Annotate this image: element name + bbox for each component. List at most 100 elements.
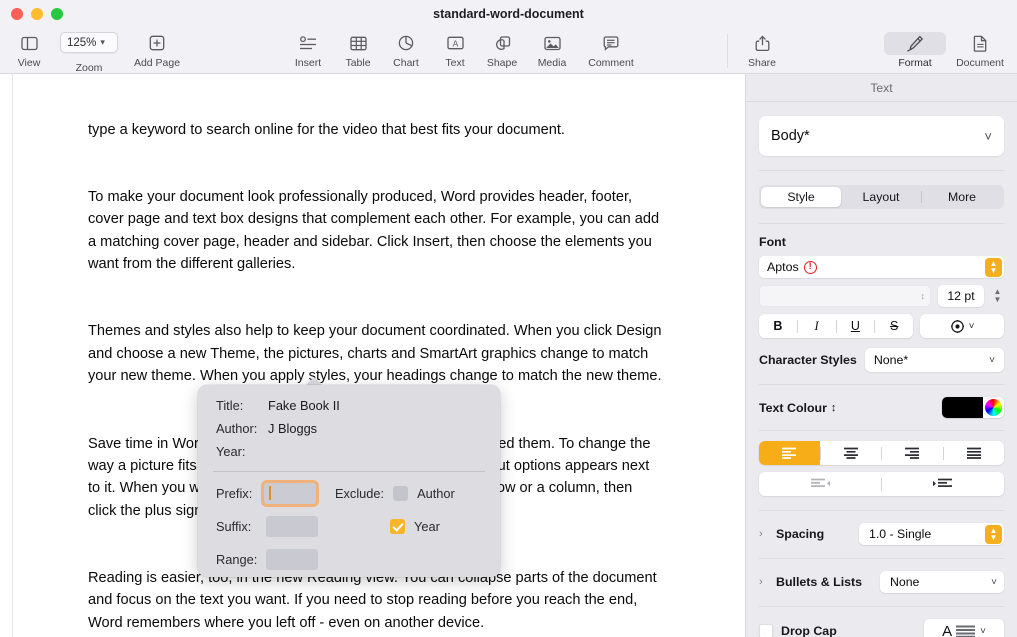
text-colour-label: Text Colour	[759, 401, 827, 415]
character-styles-label: Character Styles	[759, 353, 857, 367]
align-right-button[interactable]	[882, 441, 943, 465]
table-grid-icon	[350, 31, 367, 55]
inspector-body: Body* ˅ Style Layout More Font	[746, 116, 1017, 637]
toolbar-button-shape[interactable]: Shape	[481, 28, 523, 74]
paragraph-style-value: Body*	[771, 128, 810, 144]
toolbar-label-shape: Shape	[487, 57, 517, 69]
bullets-lists-row: › Bullets & Lists None ˅	[759, 571, 1004, 593]
font-family-stepper[interactable]: ▲ ▼	[985, 258, 1002, 277]
font-advanced-options-button[interactable]: ˅	[920, 314, 1004, 338]
spacing-value: 1.0 - Single	[869, 527, 931, 541]
text-colour-swatch[interactable]	[942, 397, 983, 418]
close-button-icon[interactable]	[11, 8, 23, 20]
divider-after-character-styles	[759, 384, 1004, 385]
font-family-selector[interactable]: Aptos ! ▲ ▼	[759, 256, 1004, 278]
drop-cap-row: Drop Cap A ˅	[759, 619, 1004, 637]
align-justify-button[interactable]	[944, 441, 1005, 465]
popover-year-row: Year:	[216, 444, 268, 459]
strikethrough-button[interactable]: S	[875, 319, 913, 333]
range-input[interactable]	[266, 549, 318, 570]
character-styles-value: None*	[874, 353, 908, 367]
chevron-right-icon[interactable]: ›	[759, 528, 769, 540]
toolbar-button-comment[interactable]: Comment	[580, 28, 642, 74]
stepper-down-icon: ▼	[990, 267, 998, 274]
typeface-selector[interactable]: ↕	[759, 285, 931, 307]
sidebar-panel-icon	[21, 31, 38, 55]
chevron-down-icon: ˅	[989, 355, 995, 366]
maximize-button-icon[interactable]	[51, 8, 63, 20]
toolbar-button-view[interactable]: View	[10, 28, 48, 74]
page-edge-divider	[12, 74, 13, 637]
pie-chart-icon	[398, 31, 414, 55]
toolbar-label-table: Table	[345, 57, 370, 69]
exclude-author-checkbox[interactable]	[393, 486, 408, 501]
align-left-button[interactable]	[759, 441, 820, 465]
popover-divider	[213, 471, 485, 472]
exclude-year-checkbox[interactable]	[390, 519, 405, 534]
tab-layout[interactable]: Layout	[841, 187, 921, 207]
popover-title-value: Fake Book II	[268, 398, 340, 413]
toolbar-button-add-page[interactable]: Add Page	[124, 28, 190, 74]
italic-button[interactable]: I	[798, 319, 836, 334]
text-colour-control[interactable]	[942, 397, 1004, 418]
toolbar-button-chart[interactable]: Chart	[386, 28, 426, 74]
toolbar-label-format: Format	[898, 57, 931, 69]
document-paragraph: Reading is easier, too, in the new Readi…	[88, 567, 663, 634]
stepper-updown-icon[interactable]: ↕	[831, 402, 837, 414]
inspector-header-title: Text	[746, 74, 1017, 102]
decrease-indent-button[interactable]	[759, 478, 881, 490]
popover-author-label: Author:	[216, 421, 268, 436]
bullets-lists-selector[interactable]: None ˅	[880, 571, 1004, 593]
app-window: standard-word-document View 125% ▾ Zoom	[0, 0, 1017, 637]
increase-indent-button[interactable]	[882, 478, 1004, 490]
font-size-stepper[interactable]: ▲ ▼	[991, 288, 1004, 304]
media-image-icon	[544, 31, 561, 55]
shape-overlap-icon	[494, 31, 511, 55]
bold-button[interactable]: B	[759, 319, 797, 333]
tab-style[interactable]: Style	[761, 187, 841, 207]
citation-options-popover[interactable]: Title: Fake Book II Author: J Bloggs Yea…	[198, 385, 500, 577]
toolbar-separator-1	[727, 34, 728, 68]
popover-title-row: Title: Fake Book II	[216, 398, 340, 413]
colour-wheel-icon[interactable]	[983, 397, 1004, 418]
toolbar-button-document[interactable]: Document	[950, 28, 1010, 74]
toolbar-button-format[interactable]: Format	[892, 28, 938, 74]
prefix-input[interactable]	[264, 483, 316, 504]
inspector-tab-group: Style Layout More	[759, 185, 1004, 209]
toolbar-button-insert[interactable]: Insert	[287, 28, 329, 74]
underline-button[interactable]: U	[837, 319, 875, 333]
align-centre-button[interactable]	[821, 441, 882, 465]
suffix-input[interactable]	[266, 516, 318, 537]
toolbar-button-table[interactable]: Table	[337, 28, 379, 74]
drop-cap-style-selector[interactable]: A ˅	[924, 619, 1004, 637]
popover-author-row: Author: J Bloggs	[216, 421, 317, 436]
bullets-lists-value: None	[890, 575, 919, 589]
spacing-selector[interactable]: 1.0 - Single ▲ ▼	[859, 523, 1004, 545]
document-canvas[interactable]: type a keyword to search online for the …	[0, 74, 745, 637]
popover-title-label: Title:	[216, 398, 268, 413]
exclude-year-label: Year	[414, 519, 440, 534]
minimize-button-icon[interactable]	[31, 8, 43, 20]
character-styles-selector[interactable]: None* ˅	[865, 348, 1004, 372]
popover-year-label: Year:	[216, 444, 268, 459]
popover-range-label: Range:	[216, 552, 264, 567]
window-title: standard-word-document	[0, 0, 1017, 28]
plus-box-icon	[149, 31, 165, 55]
toolbar-button-share[interactable]: Share	[742, 28, 782, 74]
drop-cap-lines-icon	[956, 625, 976, 637]
toolbar-button-media[interactable]: Media	[531, 28, 573, 74]
spacing-stepper[interactable]: ▲ ▼	[985, 525, 1002, 544]
toolbar-button-text[interactable]: A Text	[435, 28, 475, 74]
font-size-field[interactable]: 12 pt	[938, 285, 984, 307]
drop-cap-checkbox[interactable]	[759, 624, 773, 637]
paragraph-style-selector[interactable]: Body* ˅	[759, 116, 1004, 156]
insert-fields-icon	[299, 31, 317, 55]
paragraph-alignment-group	[759, 441, 1004, 465]
chevron-right-icon[interactable]: ›	[759, 576, 769, 588]
document-paragraph: Themes and styles also help to keep your…	[88, 320, 663, 387]
chevron-down-icon: ˅	[984, 129, 992, 144]
divider-after-text-colour	[759, 430, 1004, 431]
tab-more[interactable]: More	[922, 187, 1002, 207]
popover-range-row: Range:	[216, 552, 264, 567]
drop-cap-label: Drop Cap	[781, 624, 837, 637]
